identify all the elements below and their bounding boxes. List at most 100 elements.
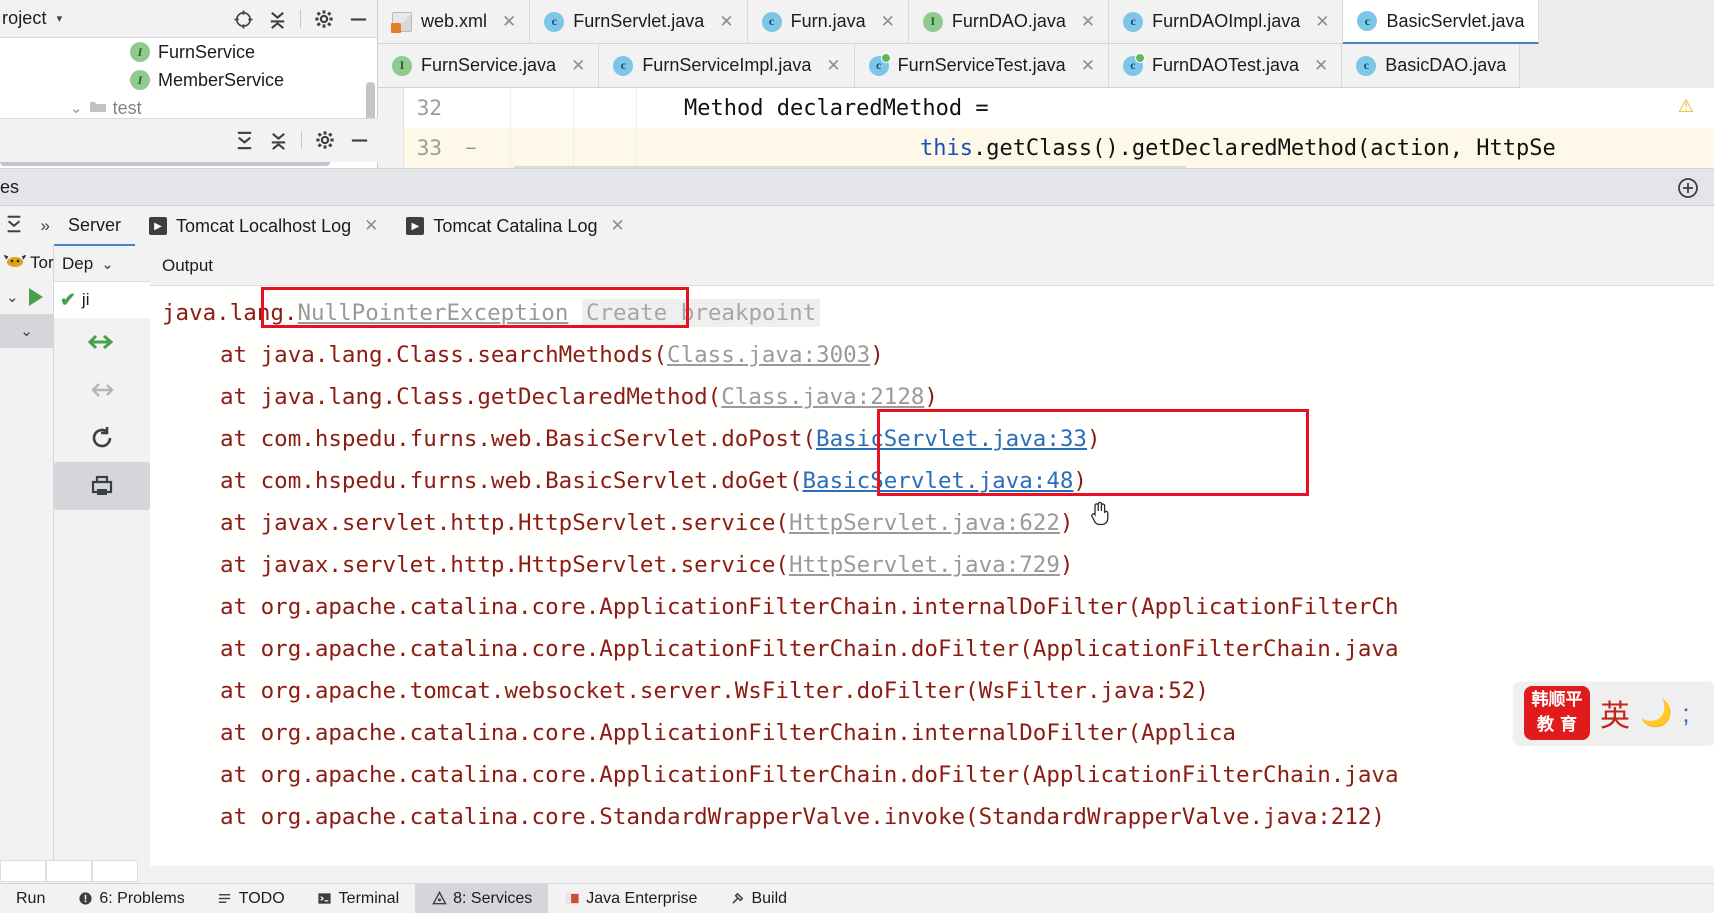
deployment-dropdown[interactable]: Dep ⌄ [54, 246, 150, 282]
status-item-services[interactable]: 8: Services [415, 883, 549, 913]
stack-trace-line: java.lang.NullPointerException Create br… [150, 292, 1714, 334]
tab-furndaoimpl-java[interactable]: c FurnDAOImpl.java ✕ [1109, 0, 1344, 44]
rail-selected-row[interactable]: ⌄ [0, 314, 53, 348]
settings-gear-icon[interactable] [313, 8, 335, 30]
tab-furnservice-java[interactable]: I FurnService.java ✕ [378, 44, 600, 88]
stack-trace: java.lang.NullPointerException Create br… [150, 286, 1714, 838]
status-item-label: Build [751, 889, 788, 907]
minimize-icon[interactable] [348, 129, 370, 151]
console-output-panel[interactable]: Output java.lang.NullPointerException Cr… [150, 246, 1714, 866]
close-icon[interactable]: ✕ [1081, 56, 1095, 76]
scroll-to-end-icon[interactable] [54, 366, 150, 414]
stack-trace-link[interactable]: Class.java:2128 [721, 384, 924, 410]
settings-gear-icon[interactable] [314, 129, 336, 151]
stack-trace-link[interactable]: HttpServlet.java:622 [789, 510, 1060, 536]
tab-basicdao-java[interactable]: c BasicDAO.java [1342, 44, 1521, 88]
close-icon[interactable]: ✕ [826, 56, 840, 76]
status-item-run[interactable]: Run [0, 884, 61, 913]
fold-marker[interactable]: − [458, 138, 484, 159]
close-icon[interactable]: ✕ [719, 12, 733, 32]
stack-trace-link[interactable]: HttpServlet.java:729 [789, 552, 1060, 578]
services-tool-window-band: es [0, 168, 1714, 206]
stack-trace-line: at java.lang.Class.getDeclaredMethod(Cla… [150, 376, 1714, 418]
stack-trace-link[interactable]: Class.java:3003 [667, 342, 870, 368]
project-panel-header: roject ▾ [0, 0, 377, 38]
close-icon[interactable]: ✕ [1314, 56, 1328, 76]
tab-furnservlet-java[interactable]: c FurnServlet.java ✕ [530, 0, 748, 44]
tab-web-xml[interactable]: web.xml ✕ [378, 0, 531, 44]
tree-item-furnservice[interactable]: I FurnService [0, 38, 377, 66]
chevron-down-icon[interactable]: ⌄ [6, 288, 19, 306]
stack-trace-link[interactable]: BasicServlet.java:48 [802, 468, 1073, 494]
project-panel-toolbar [232, 0, 369, 38]
chevron-down-icon[interactable]: ⌄ [20, 322, 33, 340]
editor-tab-bar: web.xml ✕ c FurnServlet.java ✕ c Furn.ja… [378, 0, 1714, 88]
status-item-terminal[interactable]: Terminal [301, 884, 415, 913]
collapse-all-icon[interactable] [267, 129, 289, 151]
ime-floating-bar[interactable]: 韩顺平 教 育 英 🌙 ; [1514, 682, 1714, 744]
class-icon: c [544, 11, 565, 32]
close-icon[interactable]: ✕ [571, 56, 585, 76]
toolbar-divider [301, 131, 302, 149]
tree-item-memberservice[interactable]: I MemberService [0, 66, 377, 94]
run-play-icon[interactable] [28, 288, 43, 306]
rerun-icon[interactable] [54, 414, 150, 462]
collapse-all-icon[interactable] [266, 8, 288, 30]
tab-furndao-java[interactable]: I FurnDAO.java ✕ [908, 0, 1110, 44]
status-item-label: 6: Problems [99, 889, 185, 907]
stack-trace-link[interactable]: NullPointerException [297, 300, 568, 326]
close-icon[interactable]: ✕ [610, 216, 624, 236]
close-icon[interactable]: ✕ [1315, 12, 1329, 32]
console-tab-server[interactable]: Server [54, 206, 136, 246]
expand-all-icon[interactable] [233, 129, 255, 151]
chevron-down-icon[interactable]: ▾ [57, 12, 63, 25]
close-icon[interactable]: ✕ [1081, 12, 1095, 32]
tab-furn-java[interactable]: c Furn.java ✕ [747, 0, 909, 44]
soft-wrap-icon[interactable] [54, 318, 150, 366]
warning-triangle-icon[interactable]: ⚠ [1678, 96, 1694, 117]
bottom-tab-slot[interactable] [46, 860, 92, 882]
stack-line-text: at org.apache.catalina.core.ApplicationF… [220, 594, 1399, 620]
print-icon[interactable] [54, 462, 150, 510]
status-item-build[interactable]: Build [713, 884, 803, 913]
minimize-icon[interactable] [347, 8, 369, 30]
tab-label: BasicDAO.java [1385, 55, 1507, 75]
create-breakpoint-hint[interactable]: Create breakpoint [581, 299, 821, 327]
console-tab-tomcat-localhost-log[interactable]: ▶ Tomcat Localhost Log ✕ [135, 206, 392, 246]
more-chevrons-icon[interactable]: » [41, 216, 50, 236]
close-icon[interactable]: ✕ [502, 12, 516, 32]
status-item-label: Run [16, 889, 46, 907]
bottom-tab-slot[interactable] [0, 860, 46, 882]
close-icon[interactable]: ✕ [881, 12, 895, 32]
code-text: .getClass().getDeclaredMethod(action, Ht… [972, 135, 1556, 161]
tomcat-icon [3, 252, 27, 275]
ime-mode-indicator[interactable]: 英 [1600, 691, 1630, 735]
status-bar: Run 6: Problems TODO Terminal 8: Service… [0, 883, 1714, 913]
add-service-icon[interactable] [1676, 176, 1700, 205]
tab-basicservlet-java[interactable]: c BasicServlet.java [1343, 0, 1539, 44]
deployment-status-row[interactable]: ✔ ji [54, 282, 150, 318]
tab-furndaotest-java[interactable]: c FurnDAOTest.java ✕ [1108, 44, 1343, 88]
toolbar-divider [300, 10, 301, 28]
rail-item-tomcat[interactable]: Tor [0, 246, 54, 280]
console-left-toolbar: » [0, 206, 54, 246]
close-icon[interactable]: ✕ [364, 216, 378, 236]
stack-trace-link[interactable]: BasicServlet.java:33 [816, 426, 1087, 452]
tab-furnservicetest-java[interactable]: c FurnServiceTest.java ✕ [854, 44, 1109, 88]
code-editor[interactable]: 32 Method declaredMethod = 33 − this.get… [378, 88, 1714, 168]
bottom-tab-slot[interactable] [92, 860, 138, 882]
status-item-problems[interactable]: 6: Problems [61, 884, 200, 913]
class-icon: c [1123, 11, 1144, 32]
status-item-todo[interactable]: TODO [201, 884, 301, 913]
rail-run-row: ⌄ [0, 280, 53, 314]
status-item-java-enterprise[interactable]: Java Enterprise [548, 884, 713, 913]
tab-furnserviceimpl-java[interactable]: c FurnServiceImpl.java ✕ [599, 44, 855, 88]
console-output-tab[interactable]: Output [150, 246, 1714, 286]
stack-line-text: at com.hspedu.furns.web.BasicServlet.doP… [220, 426, 817, 452]
locate-icon[interactable] [232, 8, 254, 30]
chevron-down-icon[interactable]: ⌄ [101, 255, 114, 273]
chevron-down-icon[interactable]: ⌄ [70, 99, 83, 117]
expand-all-icon[interactable] [4, 214, 24, 239]
moon-icon[interactable]: 🌙 [1640, 698, 1672, 729]
console-tab-tomcat-catalina-log[interactable]: ▶ Tomcat Catalina Log ✕ [392, 206, 638, 246]
